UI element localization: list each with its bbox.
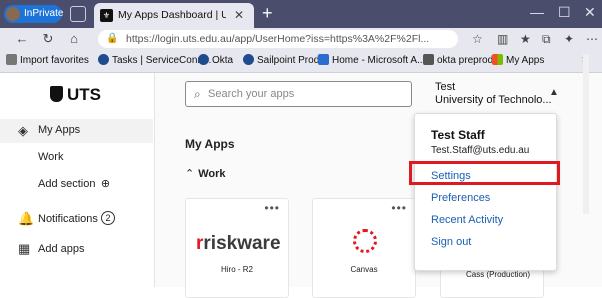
microsoft-icon [492,54,503,65]
uts-crest-icon [50,86,63,102]
bookmark-microsoft[interactable]: Home - Microsoft A... [318,54,425,68]
refresh-icon[interactable]: ↻ [40,31,56,47]
bell-icon: 🔔 [18,211,35,226]
menu-icon[interactable]: ⋯ [586,32,598,46]
split-screen-icon[interactable]: ▥ [497,32,508,46]
bookmark-label: Home - Microsoft A... [332,55,426,66]
browser-tab-active[interactable]: ⚜ My Apps Dashboard | University of Tech… [94,3,254,28]
logo-text: UTS [67,85,101,104]
app-tile-label: Hiro - R2 [220,265,253,274]
plus-circle-icon: ⊕ [100,178,111,190]
home-icon[interactable]: ⌂ [66,31,82,46]
scrollbar[interactable] [583,54,589,214]
favorites-icon[interactable]: ★ [520,32,531,46]
bookmark-label: My Apps [506,55,545,66]
okta-icon [198,54,209,65]
new-tab-icon[interactable]: + [262,4,273,22]
bookmark-label: Okta [212,55,234,66]
menu-item-recent-activity[interactable]: Recent Activity [431,214,503,226]
sidebar-item-label: Notifications [38,213,98,225]
user-dropdown-menu: Test Staff Test.Staff@uts.edu.au Setting… [414,113,557,271]
more-options-icon[interactable]: ••• [264,201,280,215]
app-tile-canvas[interactable]: ••• Canvas [312,198,416,298]
riskware-logo: rriskware [196,233,281,254]
user-name: Test [435,81,456,93]
profile-avatar [6,7,20,21]
bookmark-label: Tasks | ServiceConn... [112,55,212,66]
search-icon: ⌕ [194,87,201,101]
sidebar-item-add-apps[interactable]: ▦ Add apps [0,239,153,259]
sidebar-item-work[interactable]: Work [38,151,63,163]
canvas-logo-icon [353,229,377,253]
settings-highlight-box [409,161,560,185]
sidebar-item-my-apps[interactable]: ◈ My Apps [0,119,153,143]
folder-icon [6,54,17,65]
extensions-icon[interactable]: ✦ [564,32,574,46]
bookmark-import-favorites[interactable]: Import favorites [6,54,89,68]
section-header-work[interactable]: ⌃ Work [185,167,226,180]
more-options-icon[interactable]: ••• [391,201,407,215]
tab-title: My Apps Dashboard | University of Techno… [118,9,226,21]
search-placeholder: Search your apps [208,88,295,100]
app-tile-label: Canvas [350,265,378,274]
bookmark-sailpoint[interactable]: Sailpoint Prod [243,54,319,68]
add-section-label: Add section [38,178,96,190]
uts-favicon-icon: ⚜ [100,9,113,22]
riskware-logo-text: riskware [203,233,281,254]
collapse-icon: ⌃ [185,168,195,180]
close-tab-icon[interactable]: ✕ [234,8,244,22]
sailpoint-icon [243,54,254,65]
add-section-button[interactable]: Add section ⊕ [38,176,110,190]
dropdown-user-name: Test Staff [431,128,485,142]
sidebar: UTS ◈ My Apps Work Add section ⊕ 🔔 Notif… [0,73,155,287]
bookmark-okta-preprod[interactable]: okta preprod [423,54,493,68]
page-title: My Apps [185,137,235,151]
browser-toolbar: ← ↻ ⌂ 🔒 https://login.uts.edu.au/app/Use… [0,28,602,50]
app-tile-label: Cass (Production) [465,270,531,279]
profile-label: InPrivate [24,8,64,19]
tag-icon: ◈ [18,123,28,138]
user-menu-button[interactable]: Test University of Technolo... ▲ [432,79,562,111]
close-window-icon[interactable]: ✕ [584,4,596,21]
menu-item-preferences[interactable]: Preferences [431,192,490,204]
favorite-star-icon[interactable]: ☆ [472,32,483,46]
search-input[interactable]: ⌕ Search your apps [185,81,412,107]
lock-icon: 🔒 [106,33,119,44]
menu-item-sign-out[interactable]: Sign out [431,236,471,248]
bookmark-label: Sailpoint Prod [257,55,320,66]
maximize-icon[interactable]: ☐ [558,4,571,21]
sidebar-item-notifications[interactable]: 🔔 Notifications 2 [0,209,153,229]
servicenow-icon [98,54,109,65]
bookmarks-bar: Import favorites Tasks | ServiceConn... … [0,50,602,73]
bookmark-okta[interactable]: Okta [198,54,233,68]
chevron-up-icon: ▲ [549,87,559,98]
bookmark-my-apps[interactable]: My Apps [492,54,544,68]
browser-title-bar: InPrivate ⚜ My Apps Dashboard | Universi… [0,0,602,28]
address-bar[interactable]: 🔒 https://login.uts.edu.au/app/UserHome?… [98,30,458,48]
uts-logo[interactable]: UTS [50,85,101,105]
azure-icon [318,54,329,65]
tab-actions-icon[interactable] [70,6,86,22]
user-org: University of Technolo... [435,94,552,106]
minimize-icon[interactable]: — [530,4,544,20]
section-label: Work [198,168,226,180]
grid-icon: ▦ [18,241,31,256]
app-tile-hiro[interactable]: ••• rriskware Hiro - R2 [185,198,289,298]
sidebar-item-label: Add apps [38,243,85,255]
bookmark-label: okta preprod [437,55,494,66]
collections-icon[interactable]: ⧉ [542,32,551,47]
dropdown-user-email: Test.Staff@uts.edu.au [431,145,530,156]
url-text: https://login.uts.edu.au/app/UserHome?is… [126,33,430,45]
sidebar-item-label: My Apps [38,124,81,136]
back-icon[interactable]: ← [14,31,30,46]
notification-count-badge: 2 [101,211,115,225]
bookmark-servicenow[interactable]: Tasks | ServiceConn... [98,54,211,68]
inprivate-profile-button[interactable]: InPrivate [4,5,64,23]
puzzle-icon [423,54,434,65]
bookmark-label: Import favorites [20,55,89,66]
